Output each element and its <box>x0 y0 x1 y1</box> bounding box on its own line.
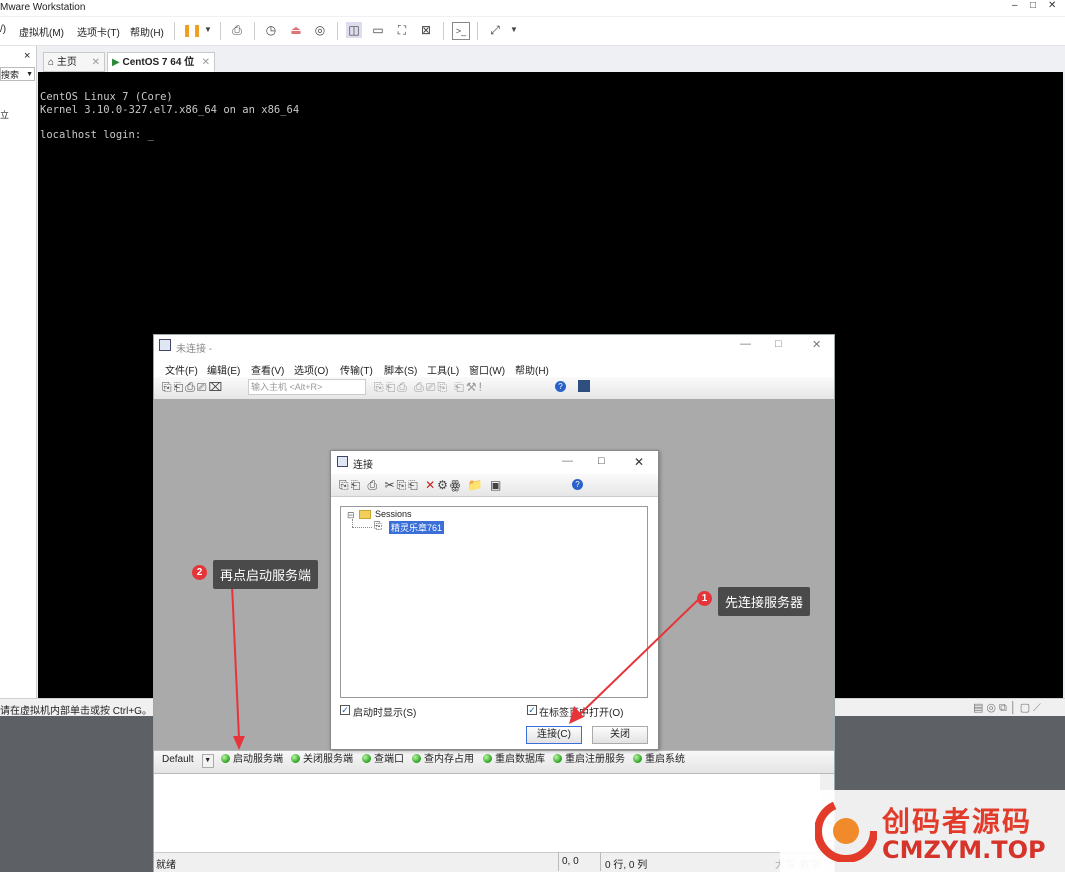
annotation-2-callout: 再点启动服务端 <box>213 560 319 589</box>
watermark-cn-text: 创码者源码 <box>882 806 1033 837</box>
annotation-arrows <box>231 584 701 750</box>
arrow-2-head <box>233 736 245 750</box>
annotation-1-callout: 先连接服务器 <box>718 587 811 616</box>
arrow-2-line <box>231 584 240 739</box>
watermark-logo-icon <box>815 800 877 862</box>
annotation-1-badge: 1 <box>697 591 712 606</box>
watermark-en-text: CMZYM.TOP <box>882 836 1046 864</box>
arrow-1-line <box>576 597 701 718</box>
arrow-1-head <box>569 706 584 724</box>
annotation-2-badge: 2 <box>192 565 207 580</box>
